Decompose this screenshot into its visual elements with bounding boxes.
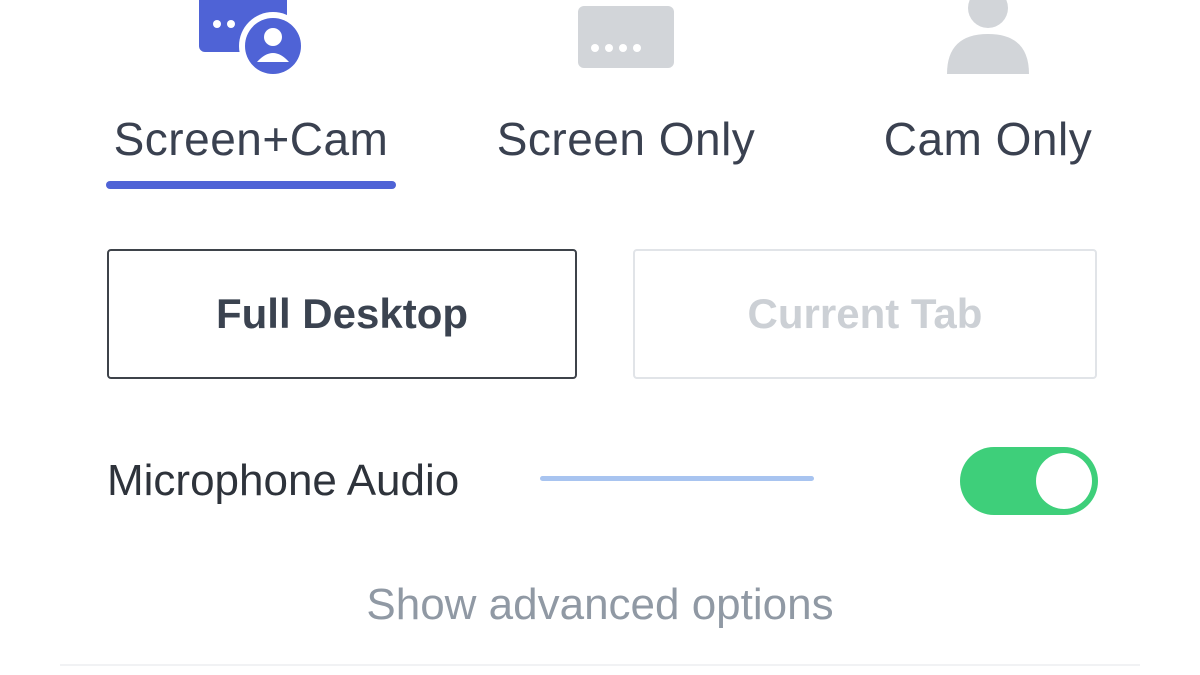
current-tab-button[interactable]: Current Tab xyxy=(633,249,1097,379)
show-advanced-options-link[interactable]: Show advanced options xyxy=(0,580,1200,630)
microphone-level-meter xyxy=(540,476,814,481)
divider xyxy=(60,664,1140,666)
full-desktop-button[interactable]: Full Desktop xyxy=(107,249,577,379)
selected-tab-indicator xyxy=(106,181,396,189)
screen-cam-icon xyxy=(191,0,311,87)
microphone-audio-label: Microphone Audio xyxy=(107,456,460,505)
tab-cam-only[interactable]: Cam Only xyxy=(870,0,1106,200)
tab-screen-only-label: Screen Only xyxy=(496,113,756,165)
tab-cam-only-label: Cam Only xyxy=(883,113,1093,165)
microphone-toggle[interactable] xyxy=(960,447,1098,515)
tab-screen-cam[interactable]: Screen+Cam xyxy=(106,0,396,200)
cam-only-icon xyxy=(943,0,1033,81)
toggle-knob xyxy=(1036,453,1092,509)
screen-only-icon xyxy=(577,4,675,73)
tab-screen-only[interactable]: Screen Only xyxy=(478,0,774,200)
tab-screen-cam-label: Screen+Cam xyxy=(113,113,389,165)
recording-options-panel: Screen+Cam Screen Only Cam Only Full Des… xyxy=(0,0,1200,675)
